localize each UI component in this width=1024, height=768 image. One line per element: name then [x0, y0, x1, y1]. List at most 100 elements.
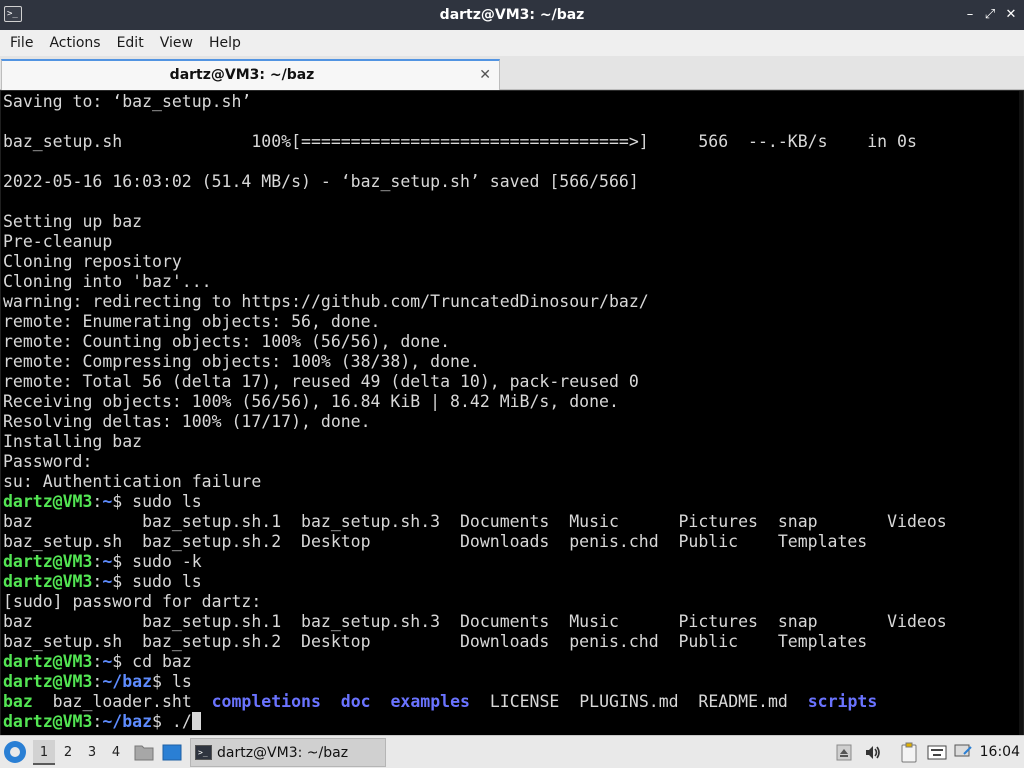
terminal-line: su: Authentication failure: [3, 472, 1019, 492]
terminal-text: :: [92, 552, 103, 571]
terminal-text: :: [92, 672, 103, 691]
eject-icon[interactable]: [836, 744, 852, 761]
workspace-4[interactable]: 4: [105, 740, 127, 765]
prompt-user: dartz@VM3: [3, 492, 93, 511]
terminal-text: Saving to: ‘baz_setup.sh’: [3, 92, 252, 111]
prompt-path: ~/baz: [102, 712, 153, 731]
terminal-line: dartz@VM3:~$ sudo ls: [3, 572, 1019, 592]
terminal-line: 2022-05-16 16:03:02 (51.4 MB/s) - ‘baz_s…: [3, 172, 1019, 192]
terminal-line: Saving to: ‘baz_setup.sh’: [3, 92, 1019, 112]
terminal-text: $ ls: [152, 672, 192, 691]
terminal-text: baz baz_setup.sh.1 baz_setup.sh.3 Docume…: [3, 512, 947, 531]
prompt-path: ~: [102, 652, 113, 671]
terminal-text: Cloning into 'baz'...: [3, 272, 212, 291]
terminal-icon: >_: [195, 745, 212, 760]
prompt-path: ~/baz: [102, 672, 153, 691]
prompt-path: ~: [102, 572, 113, 591]
terminal-text: Resolving deltas: 100% (17/17), done.: [3, 412, 371, 431]
menu-bar: File Actions Edit View Help: [0, 30, 1024, 56]
terminal-line: warning: redirecting to https://github.c…: [3, 292, 1019, 312]
terminal-line: dartz@VM3:~$ cd baz: [3, 652, 1019, 672]
terminal-text: baz_loader.sht: [32, 692, 212, 711]
terminal-line: dartz@VM3:~$ sudo ls: [3, 492, 1019, 512]
show-desktop-icon[interactable]: [162, 744, 182, 761]
maximize-button[interactable]: ⤢: [982, 6, 998, 24]
tab-terminal[interactable]: dartz@VM3: ~/baz ✕: [1, 59, 500, 90]
terminal-line: Password:: [3, 452, 1019, 472]
menu-help[interactable]: Help: [201, 30, 249, 56]
terminal-text: warning: redirecting to https://github.c…: [3, 292, 649, 311]
network-icon[interactable]: [954, 744, 972, 760]
terminal-line: Installing baz: [3, 432, 1019, 452]
prompt-user: dartz@VM3: [3, 552, 93, 571]
terminal-line: [sudo] password for dartz:: [3, 592, 1019, 612]
terminal-output[interactable]: Saving to: ‘baz_setup.sh’ baz_setup.sh 1…: [0, 91, 1024, 735]
terminal-text: Pre-cleanup: [3, 232, 113, 251]
directory-name: doc: [340, 692, 371, 711]
prompt-user: dartz@VM3: [3, 712, 93, 731]
menu-actions[interactable]: Actions: [41, 30, 108, 56]
terminal-line: remote: Counting objects: 100% (56/56), …: [3, 332, 1019, 352]
tab-close-icon[interactable]: ✕: [479, 61, 491, 90]
workspace-2[interactable]: 2: [57, 740, 79, 765]
terminal-line: baz_setup.sh baz_setup.sh.2 Desktop Down…: [3, 532, 1019, 552]
terminal-line: Cloning into 'baz'...: [3, 272, 1019, 292]
terminal-text: Setting up baz: [3, 212, 143, 231]
terminal-line: remote: Compressing objects: 100% (38/38…: [3, 352, 1019, 372]
terminal-line: baz baz_setup.sh.1 baz_setup.sh.3 Docume…: [3, 612, 1019, 632]
clipboard-icon[interactable]: [900, 742, 918, 763]
file-manager-icon[interactable]: [134, 743, 154, 761]
terminal-line: dartz@VM3:~$ sudo -k: [3, 552, 1019, 572]
terminal-text: $ ./: [152, 712, 192, 731]
terminal-text: [sudo] password for dartz:: [3, 592, 262, 611]
terminal-text: remote: Total 56 (delta 17), reused 49 (…: [3, 372, 639, 391]
terminal-cursor: [191, 712, 201, 730]
terminal-line: Pre-cleanup: [3, 232, 1019, 252]
terminal-text: $ cd baz: [112, 652, 192, 671]
close-button[interactable]: ✕: [1003, 6, 1019, 24]
start-menu-icon[interactable]: [4, 741, 26, 763]
directory-name: examples: [390, 692, 470, 711]
terminal-text: baz_setup.sh baz_setup.sh.2 Desktop Down…: [3, 632, 868, 651]
workspace-3[interactable]: 3: [81, 740, 103, 765]
terminal-text: su: Authentication failure: [3, 472, 262, 491]
window-titlebar: >_ dartz@VM3: ~/baz – ⤢ ✕: [0, 0, 1024, 30]
terminal-text: baz_setup.sh baz_setup.sh.2 Desktop Down…: [3, 532, 868, 551]
terminal-text: $ sudo -k: [112, 552, 202, 571]
terminal-line: remote: Total 56 (delta 17), reused 49 (…: [3, 372, 1019, 392]
keyboard-icon[interactable]: [927, 745, 947, 760]
window-title: dartz@VM3: ~/baz: [439, 7, 585, 23]
terminal-lines: Saving to: ‘baz_setup.sh’ baz_setup.sh 1…: [3, 92, 1019, 732]
menu-view[interactable]: View: [152, 30, 201, 56]
menu-file[interactable]: File: [2, 30, 41, 56]
terminal-text: 2022-05-16 16:03:02 (51.4 MB/s) - ‘baz_s…: [3, 172, 639, 191]
taskbar-terminal-task[interactable]: >_ dartz@VM3: ~/baz: [190, 738, 386, 767]
terminal-text: Cloning repository: [3, 252, 182, 271]
prompt-path: ~: [102, 552, 113, 571]
terminal-text: remote: Counting objects: 100% (56/56), …: [3, 332, 451, 351]
minimize-button[interactable]: –: [962, 6, 978, 24]
taskbar-clock: 16:04: [979, 744, 1020, 760]
terminal-line: Cloning repository: [3, 252, 1019, 272]
executable-name: baz: [3, 692, 33, 711]
terminal-text: $ sudo ls: [112, 572, 202, 591]
terminal-line: Setting up baz: [3, 212, 1019, 232]
terminal-text: remote: Compressing objects: 100% (38/38…: [3, 352, 480, 371]
terminal-text: Password:: [3, 452, 93, 471]
terminal-line: baz_setup.sh baz_setup.sh.2 Desktop Down…: [3, 632, 1019, 652]
terminal-text: remote: Enumerating objects: 56, done.: [3, 312, 381, 331]
terminal-text: Receiving objects: 100% (56/56), 16.84 K…: [3, 392, 619, 411]
terminal-line: Receiving objects: 100% (56/56), 16.84 K…: [3, 392, 1019, 412]
menu-edit[interactable]: Edit: [109, 30, 152, 56]
terminal-line: baz baz_setup.sh.1 baz_setup.sh.3 Docume…: [3, 512, 1019, 532]
volume-icon[interactable]: [864, 744, 882, 761]
terminal-text: Installing baz: [3, 432, 143, 451]
terminal-text: :: [92, 712, 103, 731]
terminal-line: baz baz_loader.sht completions doc examp…: [3, 692, 1019, 712]
terminal-scrollbar[interactable]: [1019, 91, 1023, 735]
terminal-text: baz_setup.sh 100%[======================…: [3, 132, 917, 151]
workspace-1[interactable]: 1: [33, 740, 55, 765]
